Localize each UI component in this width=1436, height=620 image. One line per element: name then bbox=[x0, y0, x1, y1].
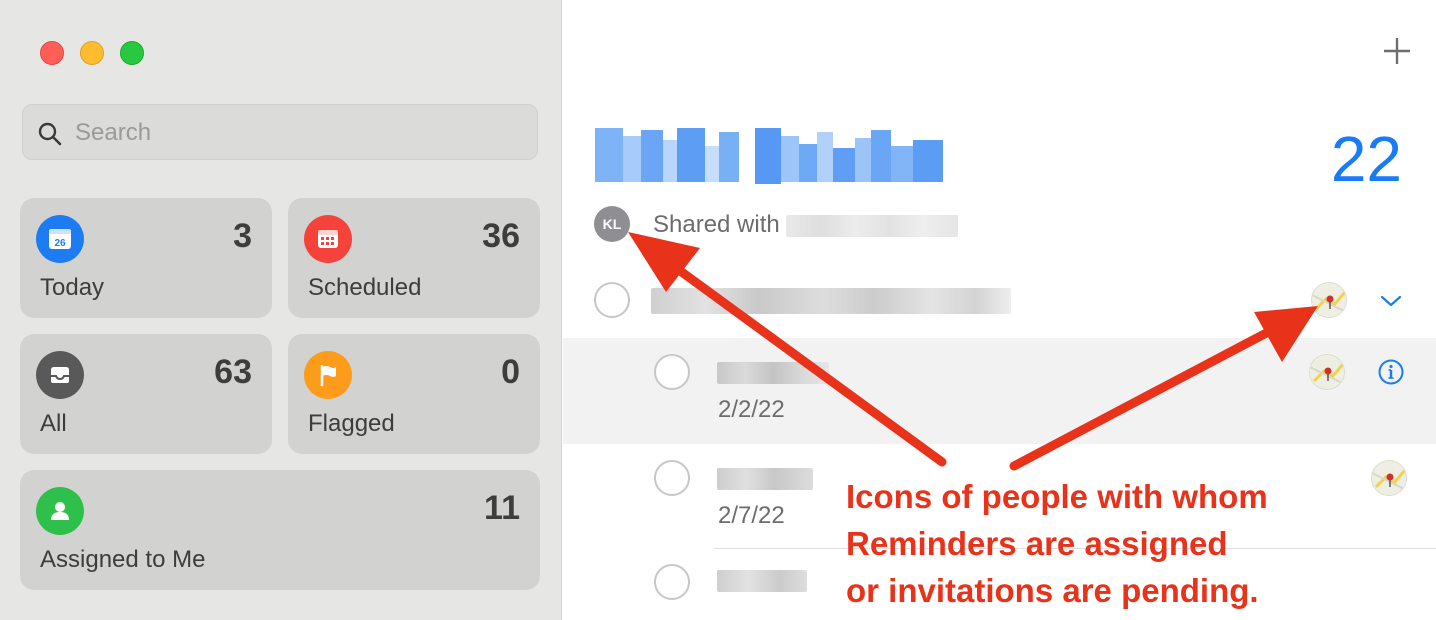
reminder-title-redacted bbox=[651, 288, 1011, 314]
pixelated-title-image bbox=[595, 128, 943, 184]
reminders-window: 26 3 Today 36 Scheduled bbox=[0, 0, 1436, 620]
shared-with-prefix: Shared with bbox=[653, 211, 780, 238]
scheduled-count: 36 bbox=[482, 217, 520, 255]
reminder-title-redacted bbox=[717, 570, 807, 592]
reminder-checkbox[interactable] bbox=[654, 354, 690, 390]
info-icon[interactable] bbox=[1377, 358, 1405, 386]
minimize-window-button[interactable] bbox=[80, 41, 104, 65]
close-window-button[interactable] bbox=[40, 41, 64, 65]
today-count: 3 bbox=[233, 217, 252, 255]
list-item-count: 22 bbox=[1330, 123, 1402, 195]
person-icon bbox=[36, 487, 84, 535]
map-avatar-icon[interactable] bbox=[1371, 460, 1407, 496]
chevron-down-icon[interactable] bbox=[1379, 292, 1403, 310]
smart-list-flagged[interactable]: 0 Flagged bbox=[288, 334, 540, 454]
smart-list-scheduled[interactable]: 36 Scheduled bbox=[288, 198, 540, 318]
zoom-window-button[interactable] bbox=[120, 41, 144, 65]
smart-list-assigned-to-me[interactable]: 11 Assigned to Me bbox=[20, 470, 540, 590]
flagged-label: Flagged bbox=[308, 410, 395, 437]
search-field[interactable] bbox=[22, 104, 538, 160]
assigned-count: 11 bbox=[484, 489, 520, 527]
scheduled-label: Scheduled bbox=[308, 274, 422, 301]
sidebar: 26 3 Today 36 Scheduled bbox=[0, 0, 562, 620]
smart-list-today[interactable]: 26 3 Today bbox=[20, 198, 272, 318]
shared-with-name-redacted bbox=[786, 214, 959, 237]
reminder-due-date: 2/7/22 bbox=[718, 502, 785, 529]
reminder-title-redacted bbox=[717, 468, 813, 490]
reminder-row-selected[interactable]: 2/2/22 bbox=[563, 338, 1436, 444]
map-avatar-icon[interactable] bbox=[1311, 282, 1347, 318]
today-label: Today bbox=[40, 274, 105, 301]
search-input[interactable] bbox=[75, 113, 515, 153]
list-title-redacted bbox=[595, 126, 943, 186]
calendar-today-icon: 26 bbox=[36, 215, 84, 263]
reminder-checkbox[interactable] bbox=[594, 282, 630, 318]
reminder-checkbox[interactable] bbox=[654, 460, 690, 496]
smart-list-all[interactable]: 63 All bbox=[20, 334, 272, 454]
reminder-title-redacted bbox=[717, 362, 829, 384]
map-avatar-icon[interactable] bbox=[1309, 354, 1345, 390]
flag-icon bbox=[304, 351, 352, 399]
reminder-row[interactable] bbox=[563, 268, 1436, 338]
tray-icon bbox=[36, 351, 84, 399]
calendar-icon bbox=[304, 215, 352, 263]
all-label: All bbox=[40, 410, 67, 437]
today-date-text: 26 bbox=[54, 238, 66, 249]
reminder-due-date: 2/2/22 bbox=[718, 396, 785, 423]
owner-avatar[interactable]: KL bbox=[594, 206, 630, 242]
assigned-label: Assigned to Me bbox=[40, 546, 206, 573]
all-count: 63 bbox=[214, 353, 252, 391]
plus-icon[interactable] bbox=[1380, 34, 1414, 68]
flagged-count: 0 bbox=[501, 353, 520, 391]
reminder-checkbox[interactable] bbox=[654, 564, 690, 600]
shared-with-label: Shared with bbox=[653, 211, 959, 239]
annotation-callout-text: Icons of people with whom Reminders are … bbox=[846, 478, 1268, 609]
search-icon bbox=[38, 122, 62, 146]
